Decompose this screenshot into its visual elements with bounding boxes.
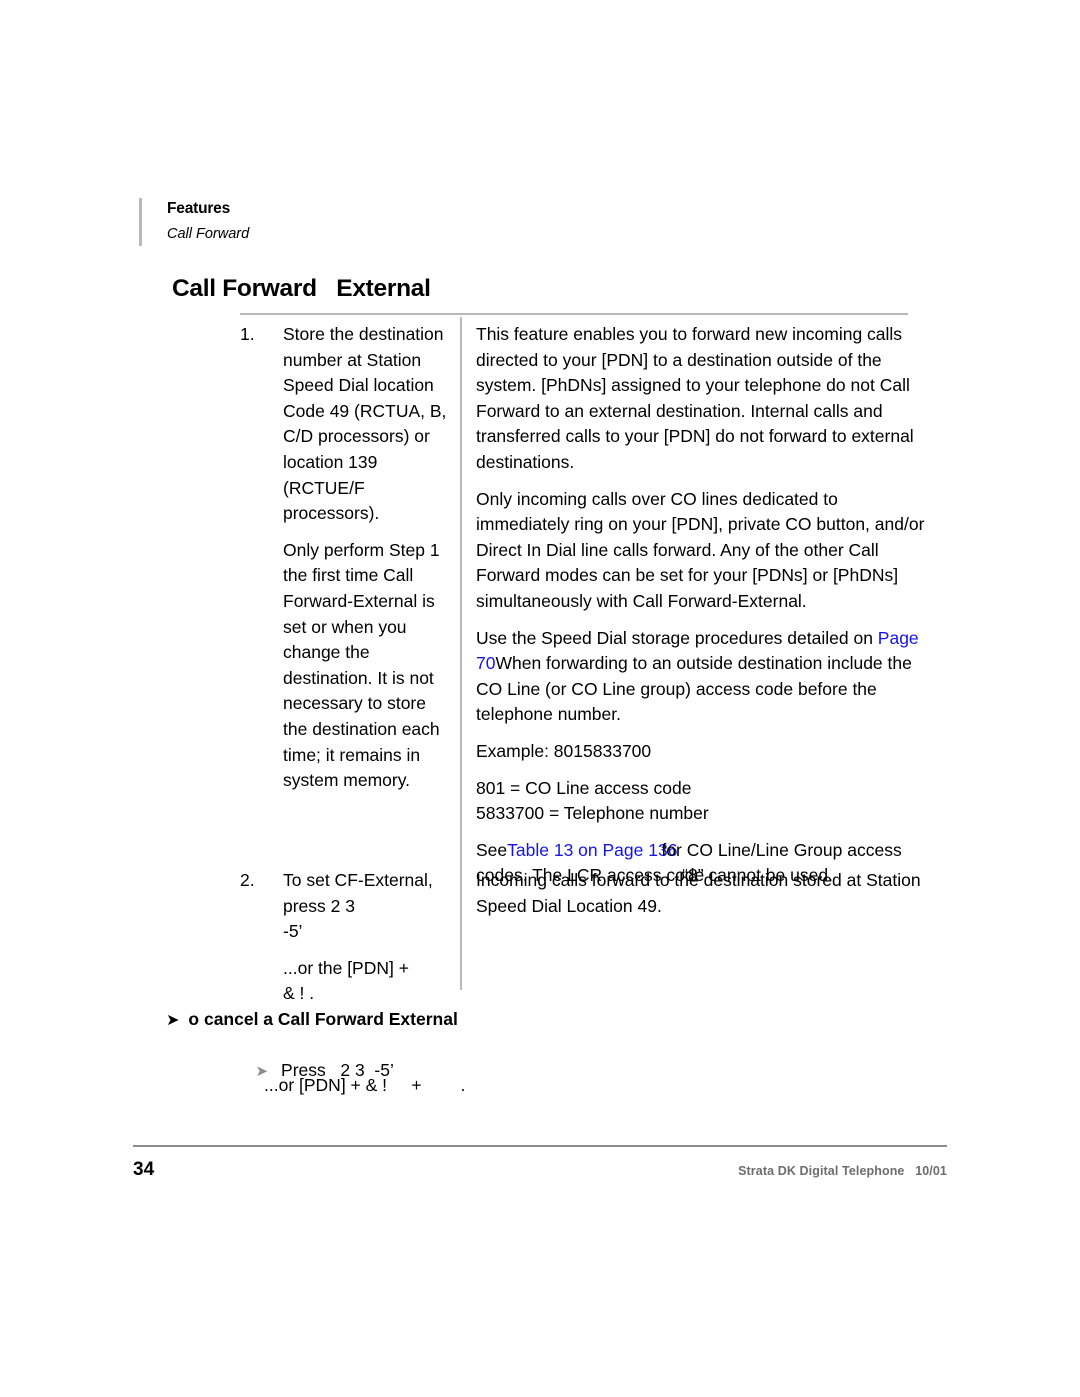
table-13-link[interactable]: Table 13 on Page 136 bbox=[507, 840, 677, 860]
step-1-paragraph-1: Store the destination number at Station … bbox=[283, 324, 447, 524]
cancel-procedure-heading-label: o cancel a Call Forward External bbox=[188, 1009, 458, 1029]
cancel-procedure-heading: ➤ o cancel a Call Forward External bbox=[166, 1009, 458, 1030]
see-lead-text: See bbox=[476, 839, 508, 860]
cancel-step-alt-line: ...or [PDN] + & ! + . bbox=[264, 1075, 466, 1095]
speed-dial-lead-text: Use the Speed Dial storage procedures de… bbox=[476, 627, 878, 648]
step-2-number: 2. bbox=[240, 870, 255, 890]
page-title: Call Forward External bbox=[172, 275, 431, 302]
table-column-divider bbox=[460, 317, 462, 990]
document-page: Features Call Forward Call Forward Exter… bbox=[0, 0, 1080, 1397]
arrow-right-icon: ➤ bbox=[166, 1010, 180, 1029]
example-part-1: 801 = CO Line access code bbox=[476, 777, 692, 798]
step-2-right-cell: Incoming calls forward to the destinatio… bbox=[476, 868, 936, 919]
step-2-left-cell: 2. To set CF-External, press 2 3 -5’ ...… bbox=[240, 868, 455, 1007]
example-part-2: 5833700 = Telephone number bbox=[476, 803, 709, 824]
running-header-subtitle: Call Forward bbox=[167, 226, 250, 242]
footer-rule bbox=[133, 1145, 947, 1147]
step-2-paragraph-1: To set CF-External, press 2 3 bbox=[283, 870, 433, 916]
step-2-alt-code-line: & ! . bbox=[283, 983, 315, 1004]
step-1-number: 1. bbox=[240, 324, 255, 344]
speed-dial-tail-text: When forwarding to an outside destinatio… bbox=[476, 653, 912, 725]
page-number: 34 bbox=[133, 1159, 155, 1180]
table-top-rule bbox=[240, 313, 908, 315]
step-1-right-cell: This feature enables you to forward new … bbox=[476, 322, 936, 889]
running-header-title: Features bbox=[167, 200, 231, 217]
co-lines-paragraph: Only incoming calls over CO lines dedica… bbox=[476, 488, 925, 611]
footer-text: Strata DK Digital Telephone 10/01 bbox=[738, 1164, 947, 1178]
running-header: Features Call Forward bbox=[139, 198, 559, 246]
step-2-alt-line: ...or the [PDN] + bbox=[283, 957, 409, 978]
step-2-code-line: -5’ bbox=[283, 921, 303, 942]
feature-description-paragraph: This feature enables you to forward new … bbox=[476, 324, 914, 472]
example-line: Example: 8015833700 bbox=[476, 740, 652, 761]
step-1-left-cell: 1. Store the destination number at Stati… bbox=[240, 322, 455, 794]
step-1-paragraph-2: Only perform Step 1 the first time Call … bbox=[283, 539, 440, 791]
speed-dial-paragraph: Use the Speed Dial storage procedures de… bbox=[476, 626, 936, 728]
step-2-result-paragraph: Incoming calls forward to the destinatio… bbox=[476, 870, 921, 916]
